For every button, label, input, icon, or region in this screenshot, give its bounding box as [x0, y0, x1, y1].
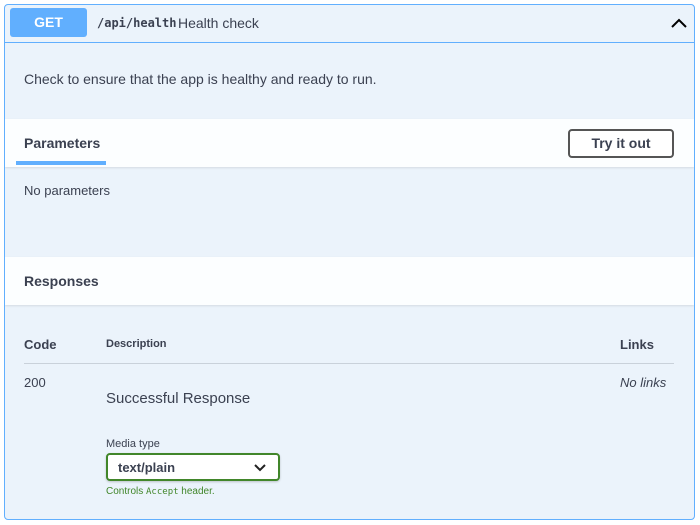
chevron-down-icon — [254, 464, 266, 472]
controls-prefix: Controls — [106, 486, 147, 497]
parameters-header: Parameters Try it out — [5, 119, 694, 167]
operation-description: Check to ensure that the app is healthy … — [24, 71, 377, 87]
no-parameters-text: No parameters — [24, 183, 110, 198]
tab-active-indicator — [16, 161, 106, 165]
response-code: 200 — [24, 375, 46, 390]
operation-block: GET /api/health Health check Check to en… — [4, 4, 695, 520]
responses-header: Responses — [5, 257, 694, 305]
controls-suffix: header. — [178, 486, 215, 497]
controls-accept-note: Controls Accept header. — [106, 486, 215, 497]
media-type-label: Media type — [106, 438, 160, 450]
column-header-description: Description — [106, 338, 167, 350]
chevron-up-icon[interactable] — [670, 16, 688, 30]
response-links: No links — [620, 375, 667, 390]
operation-summary-text: Health check — [178, 15, 259, 31]
operation-summary[interactable]: GET /api/health Health check — [5, 5, 694, 43]
column-header-code: Code — [24, 337, 57, 352]
response-description: Successful Response — [106, 390, 251, 407]
try-it-out-button[interactable]: Try it out — [568, 129, 674, 158]
column-header-links: Links — [620, 337, 654, 352]
method-badge: GET — [10, 8, 87, 37]
media-type-select[interactable]: text/plain — [106, 453, 280, 481]
table-divider — [24, 363, 674, 364]
responses-title: Responses — [24, 273, 99, 289]
endpoint-path: /api/health — [97, 16, 177, 30]
tab-parameters[interactable]: Parameters — [24, 135, 100, 151]
accept-header-name: Accept — [146, 487, 179, 497]
media-type-value: text/plain — [118, 460, 176, 475]
